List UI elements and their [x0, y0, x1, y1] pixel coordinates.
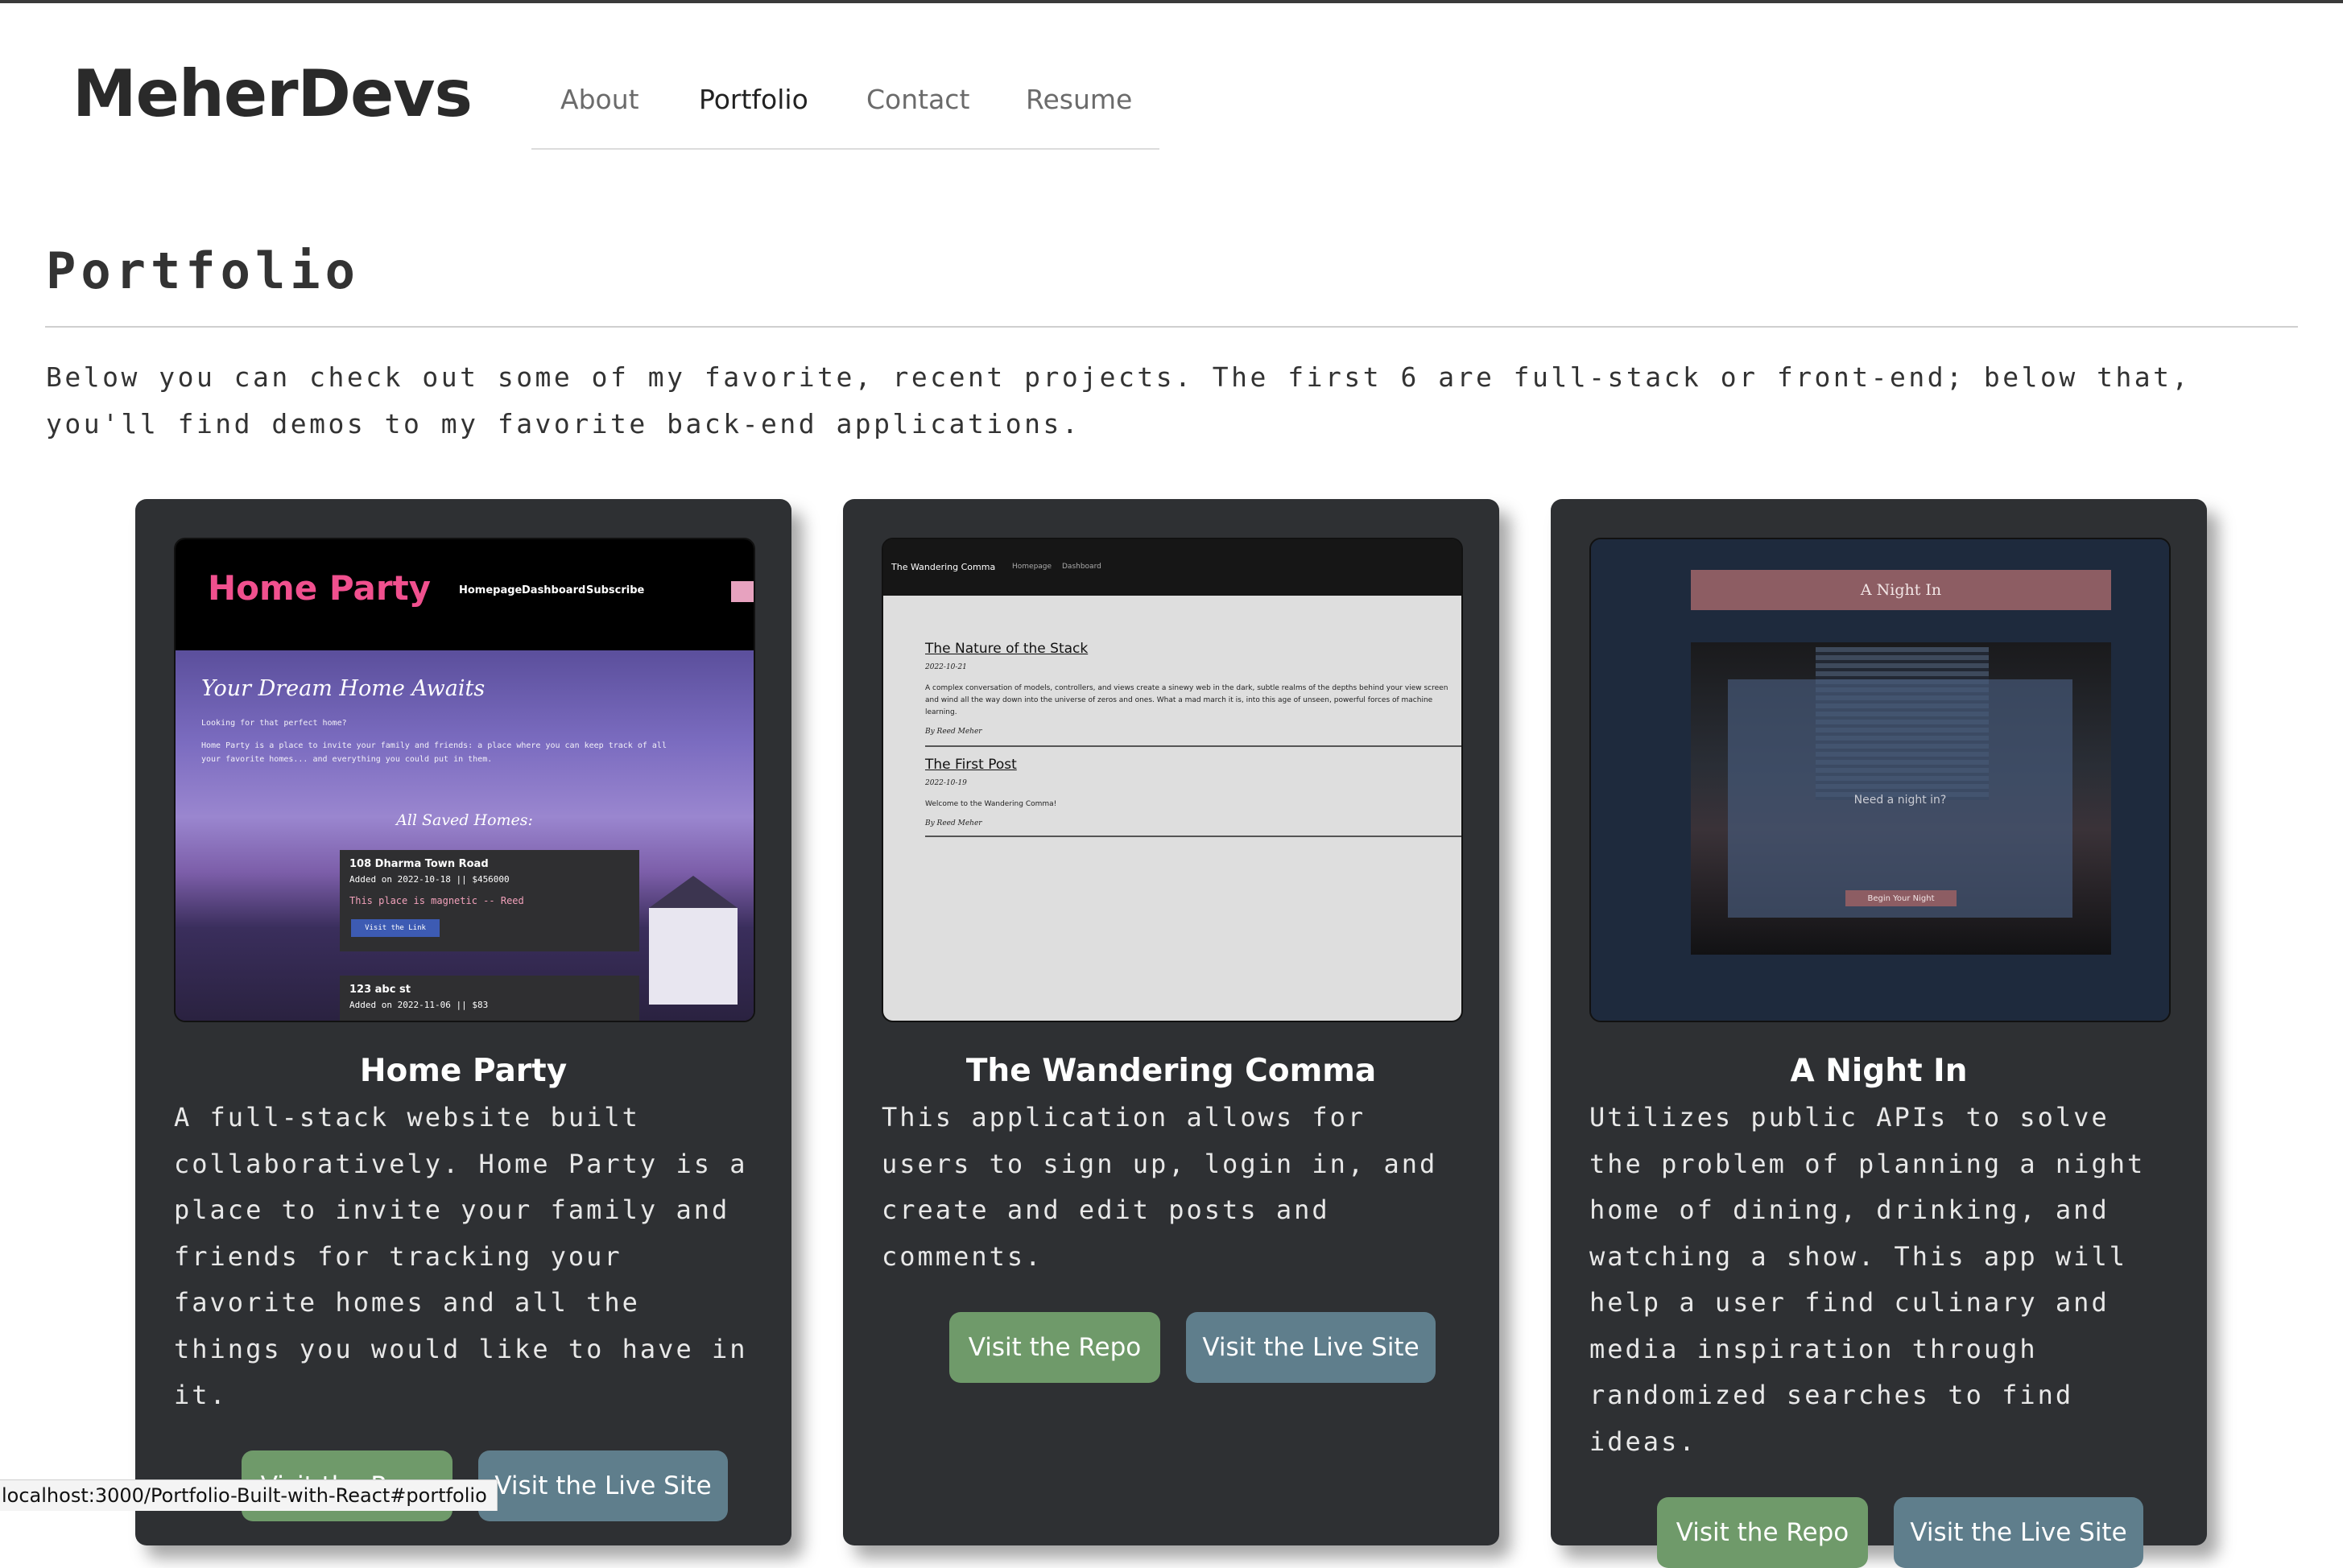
project-title: The Wandering Comma	[965, 1053, 1377, 1089]
screenshot-header: The Wandering Comma Homepage Dashboard	[883, 539, 1461, 596]
post-author: By Reed Meher	[925, 819, 982, 827]
project-description: Utilizes public APIs to solve the proble…	[1589, 1102, 2146, 1457]
top-border	[0, 0, 2343, 3]
saved-home-quote: This place is magnetic -- Reed	[349, 895, 524, 906]
window-photo: Need a night in? Begin Your Night	[1691, 642, 2111, 955]
project-screenshot[interactable]: A Night In Need a night in? Begin Your N…	[1589, 538, 2171, 1022]
visit-live-site-button[interactable]: Visit the Live Site	[1894, 1497, 2143, 1568]
project-card-a-night-in: A Night In Need a night in? Begin Your N…	[1551, 499, 2207, 1568]
project-title: A Night In	[1790, 1053, 1968, 1089]
screenshot-headline: Your Dream Home Awaits	[201, 676, 486, 701]
post-date: 2022-10-21	[925, 663, 967, 671]
post-text: Welcome to the Wandering Comma!	[925, 800, 1057, 808]
project-screenshot[interactable]: The Wandering Comma Homepage Dashboard T…	[882, 538, 1463, 1022]
saved-home-card: 108 Dharma Town Road Added on 2022-10-18…	[340, 850, 639, 951]
post-title: The Nature of the Stack	[925, 641, 1089, 657]
house-image	[649, 876, 738, 1005]
screenshot-blurb: Home Party is a place to invite your fam…	[201, 741, 667, 750]
screenshot-tab	[731, 581, 754, 602]
project-description: This application allows for users to sig…	[882, 1102, 1438, 1272]
project-card-wandering-comma: The Wandering Comma Homepage Dashboard T…	[843, 499, 1499, 1545]
intro-text: Below you can check out some of my favor…	[46, 361, 2191, 439]
screenshot-blurb: your favorite homes... and everything yo…	[201, 755, 493, 764]
screenshot-saved-heading: All Saved Homes:	[396, 811, 533, 829]
screenshot-site-title: The Wandering Comma	[891, 562, 996, 572]
screenshot-nav-item: Dashboard	[1062, 563, 1101, 571]
nav-portfolio[interactable]: Portfolio	[699, 84, 808, 115]
post-title: The First Post	[925, 757, 1017, 773]
screenshot-nav-item: Homepage	[1012, 563, 1052, 571]
visit-repo-button[interactable]: Visit the Repo	[1657, 1497, 1868, 1568]
nav-contact[interactable]: Contact	[866, 84, 969, 115]
screenshot-begin-button: Begin Your Night	[1845, 890, 1957, 906]
post-text: A complex conversation of models, contro…	[925, 684, 1448, 716]
screenshot-hero: Your Dream Home Awaits Looking for that …	[176, 650, 754, 1021]
visit-live-site-button[interactable]: Visit the Live Site	[1186, 1312, 1436, 1383]
project-description: A full-stack website built collaborative…	[174, 1102, 748, 1410]
brand-logo[interactable]: MeherDevs	[72, 56, 473, 131]
post-author: By Reed Meher	[925, 728, 982, 736]
saved-home-card: 123 abc st Added on 2022-11-06 || $83	[340, 976, 639, 1021]
screenshot-nav-item: Dashboard	[522, 584, 586, 596]
saved-home-meta: Added on 2022-10-18 || $456000	[349, 874, 510, 885]
main-nav: About Portfolio Contact Resume	[531, 80, 1159, 150]
nav-resume[interactable]: Resume	[1026, 84, 1132, 115]
visit-live-site-button[interactable]: Visit the Live Site	[478, 1450, 728, 1521]
screenshot-question: Need a night in?	[1853, 794, 1947, 807]
post-divider	[925, 745, 1461, 747]
project-card-home-party: Home Party Homepage Dashboard Subscribe …	[135, 499, 791, 1545]
screenshot-header: Home Party Homepage Dashboard Subscribe	[176, 539, 754, 650]
project-screenshot[interactable]: Home Party Homepage Dashboard Subscribe …	[174, 538, 755, 1022]
visit-repo-button[interactable]: Visit the Repo	[949, 1312, 1160, 1383]
screenshot-subtext: Looking for that perfect home?	[201, 719, 347, 728]
nav-about[interactable]: About	[560, 84, 639, 115]
screenshot-nav-item: Homepage	[459, 584, 523, 596]
saved-home-meta: Added on 2022-11-06 || $83	[349, 1000, 489, 1010]
screenshot-body: The Nature of the Stack 2022-10-21 A com…	[883, 596, 1461, 1021]
post-date: 2022-10-19	[925, 779, 967, 787]
post-divider	[925, 836, 1461, 837]
link-status-bar: localhost:3000/Portfolio-Built-with-Reac…	[0, 1479, 498, 1511]
saved-home-name: 123 abc st	[349, 984, 411, 996]
screenshot-logo: Home Party	[208, 568, 432, 608]
screenshot-modal: Need a night in? Begin Your Night	[1728, 679, 2072, 918]
project-title: Home Party	[359, 1053, 568, 1089]
title-divider	[45, 326, 2298, 328]
page-title: Portfolio	[46, 241, 360, 300]
saved-home-link: Visit the Link	[351, 919, 440, 937]
screenshot-nav-item: Subscribe	[586, 584, 645, 596]
screenshot-banner: A Night In	[1691, 570, 2111, 610]
saved-home-name: 108 Dharma Town Road	[349, 858, 489, 870]
